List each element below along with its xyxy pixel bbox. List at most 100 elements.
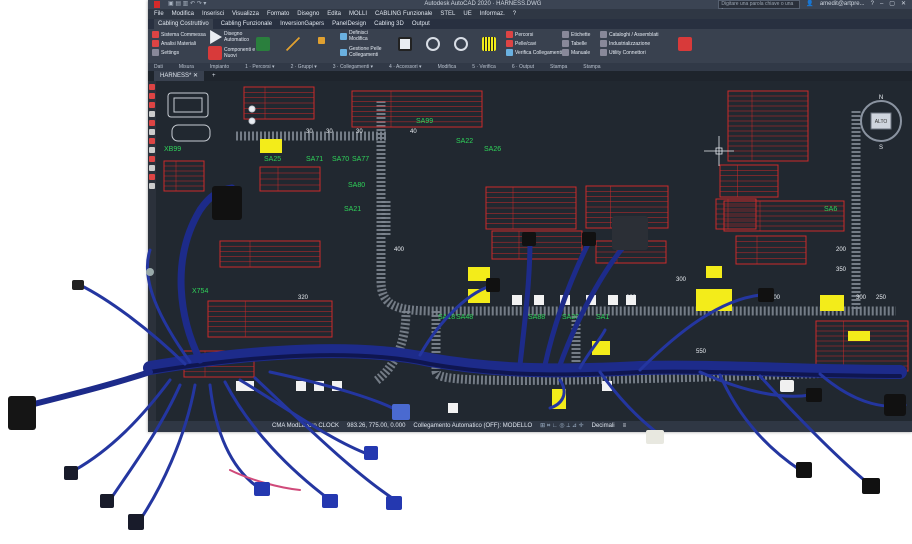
- help-icon[interactable]: ?: [871, 0, 874, 9]
- tool-icon[interactable]: [149, 111, 155, 117]
- gruppi-tool-button[interactable]: [318, 37, 325, 44]
- junction-marker[interactable]: [534, 295, 544, 305]
- tool-icon[interactable]: [149, 129, 155, 135]
- status-mode[interactable]: Collegamento Automatico (OFF): MODELLO: [413, 421, 532, 432]
- tool-icon[interactable]: [149, 120, 155, 126]
- accessori-tool-button[interactable]: [398, 37, 412, 51]
- component-label[interactable]: X754: [192, 288, 208, 295]
- cataloghi-button[interactable]: Cataloghi / Assemblati: [600, 31, 658, 38]
- junction-marker[interactable]: [586, 295, 596, 305]
- yellow-marker[interactable]: [260, 139, 282, 153]
- yellow-marker[interactable]: [552, 389, 566, 409]
- component-label[interactable]: XB99: [164, 146, 181, 153]
- component-label[interactable]: SA1: [596, 314, 609, 321]
- connector-table[interactable]: [727, 90, 809, 162]
- connector-table[interactable]: [219, 240, 321, 268]
- settings-button[interactable]: Settings: [152, 49, 179, 56]
- component-label[interactable]: SA88: [528, 314, 545, 321]
- connector-table[interactable]: [183, 350, 255, 378]
- ribbon-group-1[interactable]: Misura: [179, 63, 194, 71]
- verifica-tool-button[interactable]: [454, 37, 468, 51]
- junction-marker[interactable]: [608, 295, 618, 305]
- industrializzazione-button[interactable]: Industrializzazione: [600, 40, 650, 47]
- junction-marker[interactable]: [448, 403, 458, 413]
- ribbon-group-2[interactable]: Impianto: [210, 63, 229, 71]
- ribbon-group-4[interactable]: 2 · Gruppi ▾: [291, 63, 317, 71]
- tool-icon[interactable]: [149, 102, 155, 108]
- component-label[interactable]: SA25: [264, 156, 281, 163]
- component-label[interactable]: SA80: [348, 182, 365, 189]
- tool-icon[interactable]: [149, 147, 155, 153]
- percorsi-tool-button[interactable]: [286, 37, 300, 51]
- component-label[interactable]: SA48: [456, 314, 473, 321]
- yellow-marker[interactable]: [468, 267, 490, 281]
- connector-table[interactable]: [491, 230, 583, 260]
- junction-marker[interactable]: [244, 381, 254, 391]
- connector-table[interactable]: [163, 160, 205, 192]
- ribbon-group-0[interactable]: Dati: [154, 63, 163, 71]
- ribbon-tab-1[interactable]: Cabling Funzionale: [221, 19, 272, 29]
- connector-table[interactable]: [815, 320, 909, 372]
- connector-table[interactable]: [243, 86, 315, 120]
- menu-item-4[interactable]: Formato: [267, 9, 289, 19]
- ribbon-tab-4[interactable]: Cabling 3D: [374, 19, 404, 29]
- maximize-button[interactable]: ▢: [889, 0, 895, 9]
- autocad-logo-icon[interactable]: [154, 1, 160, 8]
- user-name[interactable]: amedit@artpre...: [820, 0, 865, 9]
- quick-access-toolbar[interactable]: ▣ ▤ ▥ ↶ ↷ ▾: [168, 0, 206, 9]
- close-button[interactable]: ✕: [901, 0, 906, 9]
- drawing-canvas[interactable]: SA25 SA71 SA70 SA77SA80SA21SA99SA22SA26SA18…: [156, 81, 912, 421]
- component-label[interactable]: SA6: [824, 206, 837, 213]
- yellow-marker[interactable]: [696, 289, 732, 311]
- connector-table[interactable]: [735, 235, 807, 265]
- doc-tab-harness[interactable]: HARNESS* ✕: [154, 71, 205, 81]
- connector-table[interactable]: [585, 185, 669, 229]
- ribbon-group-11[interactable]: Stampa: [583, 63, 600, 71]
- connector-table[interactable]: [719, 164, 779, 198]
- yellow-marker[interactable]: [848, 331, 870, 341]
- ribbon-group-9[interactable]: 6 · Output: [512, 63, 534, 71]
- connector-table[interactable]: [485, 186, 577, 230]
- search-input[interactable]: Digitare una parola chiave o una frase: [718, 0, 801, 14]
- menu-item-12[interactable]: ?: [513, 9, 516, 19]
- yellow-marker[interactable]: [820, 295, 844, 311]
- component-label[interactable]: SA22: [456, 138, 473, 145]
- component-label[interactable]: SA20: [562, 314, 579, 321]
- ribbon-group-10[interactable]: Stampa: [550, 63, 567, 71]
- ribbon-tab-5[interactable]: Output: [412, 19, 430, 29]
- menu-item-6[interactable]: Edita: [327, 9, 341, 19]
- modifica-tool-button[interactable]: [426, 37, 440, 51]
- tool-icon[interactable]: [149, 84, 155, 90]
- yellow-marker[interactable]: [706, 266, 722, 278]
- sistema-commessa-button[interactable]: Sistema Commessa: [152, 31, 206, 38]
- connector-table[interactable]: [207, 300, 333, 338]
- menu-item-10[interactable]: UE: [463, 9, 471, 19]
- menu-item-1[interactable]: Modifica: [172, 9, 194, 19]
- gestione-pelle-button[interactable]: Gestione Pelle Collegamenti: [340, 46, 389, 58]
- connector-table[interactable]: [715, 198, 757, 230]
- menu-item-11[interactable]: Informaz.: [480, 9, 505, 19]
- tool-icon[interactable]: [149, 93, 155, 99]
- analisi-materiali-button[interactable]: Analisi Materiali: [152, 40, 196, 47]
- tool-icon[interactable]: [149, 165, 155, 171]
- stampa-button[interactable]: [678, 37, 692, 51]
- junction-marker[interactable]: [332, 381, 342, 391]
- component-label[interactable]: SA21: [344, 206, 361, 213]
- connector-table[interactable]: [595, 240, 667, 264]
- componenti-button[interactable]: Componenti e Nuovi: [208, 46, 258, 60]
- close-tab-icon[interactable]: ✕: [193, 73, 198, 79]
- yellow-marker[interactable]: [468, 289, 490, 303]
- definisci-modifica-button[interactable]: Definisci Modifica: [340, 30, 383, 42]
- yellow-marker[interactable]: [592, 341, 610, 355]
- menu-item-3[interactable]: Visualizza: [232, 9, 259, 19]
- impianto-tool-button[interactable]: [256, 37, 270, 51]
- component-label[interactable]: SA71: [306, 156, 323, 163]
- menu-item-9[interactable]: STEL: [440, 9, 455, 19]
- junction-marker[interactable]: [560, 295, 570, 305]
- units-label[interactable]: Decimali: [592, 421, 615, 432]
- tool-icon[interactable]: [149, 156, 155, 162]
- component-label[interactable]: SA77: [352, 156, 369, 163]
- utility-connettori-button[interactable]: Utility Connettori: [600, 49, 646, 56]
- ribbon-tab-0[interactable]: Cabling Costruttivo: [154, 19, 213, 29]
- user-icon[interactable]: 👤: [806, 0, 813, 9]
